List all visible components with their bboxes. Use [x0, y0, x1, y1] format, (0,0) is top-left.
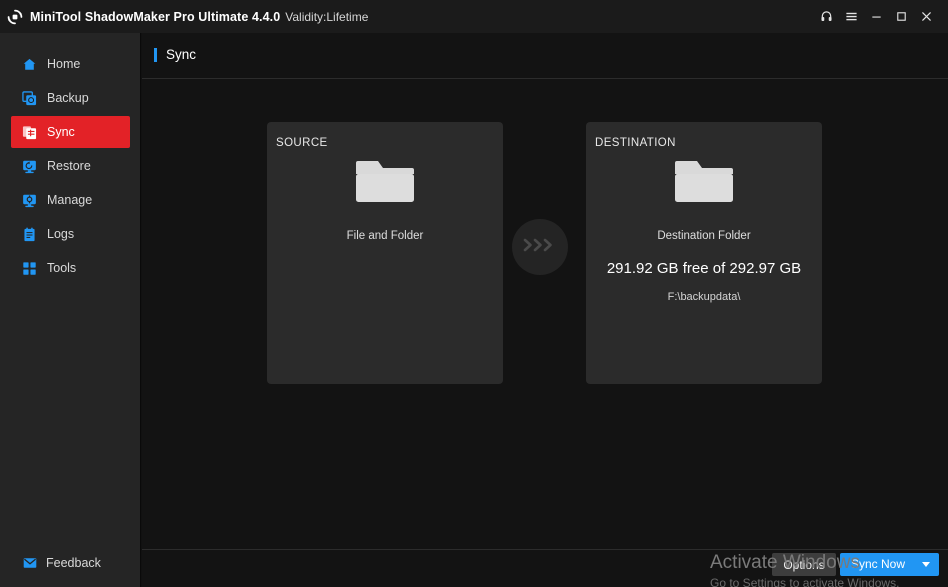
sidebar-item-label: Backup — [47, 91, 89, 105]
page-title: Sync — [166, 47, 197, 62]
sidebar-item-logs[interactable]: Logs — [11, 218, 130, 250]
destination-card-label: DESTINATION — [595, 137, 676, 149]
bottom-action-bar: Options Sync Now — [142, 549, 948, 587]
destination-capacity: 291.92 GB free of 292.97 GB — [606, 260, 802, 277]
menu-icon[interactable] — [839, 0, 864, 33]
sidebar-item-manage[interactable]: Manage — [11, 184, 130, 216]
destination-card-caption: Destination Folder — [657, 230, 751, 242]
sidebar-item-tools[interactable]: Tools — [11, 252, 130, 284]
sidebar-item-backup[interactable]: Backup — [11, 82, 130, 114]
license-validity: Validity:Lifetime — [285, 9, 369, 24]
sidebar-nav: Home Backup Sync Restore Manage Logs Too… — [0, 48, 141, 285]
folder-icon — [673, 155, 735, 212]
maximize-icon[interactable] — [889, 0, 914, 33]
app-logo-icon — [6, 8, 24, 26]
sidebar-item-label: Tools — [47, 261, 77, 275]
source-card-label: SOURCE — [276, 137, 328, 149]
logs-icon — [20, 225, 38, 243]
feedback-button[interactable]: Feedback — [22, 555, 101, 571]
title-bar: MiniTool ShadowMaker Pro Ultimate 4.4.0 … — [0, 0, 948, 33]
options-button[interactable]: Options — [772, 553, 836, 576]
restore-icon — [20, 157, 38, 175]
sync-panels: SOURCE File and Folder DESTINATION Desti… — [142, 79, 948, 549]
caret-down-icon[interactable] — [922, 562, 930, 567]
sidebar-item-home[interactable]: Home — [11, 48, 130, 80]
mail-icon — [22, 555, 38, 571]
destination-card[interactable]: DESTINATION Destination Folder 291.92 GB… — [586, 122, 822, 384]
page-header: Sync — [142, 33, 948, 79]
transfer-arrow — [512, 219, 568, 275]
sidebar-item-label: Logs — [47, 227, 75, 241]
title-accent-bar — [154, 47, 157, 62]
support-icon[interactable] — [814, 0, 839, 33]
destination-path: F:\backupdata\ — [667, 291, 741, 303]
source-card[interactable]: SOURCE File and Folder — [267, 122, 503, 384]
sidebar-item-label: Home — [47, 57, 81, 71]
chevrons-right-icon — [523, 237, 557, 258]
sidebar-item-label: Restore — [47, 159, 91, 173]
home-icon — [20, 55, 38, 73]
manage-icon — [20, 191, 38, 209]
tools-icon — [20, 259, 38, 277]
sync-icon — [20, 123, 38, 141]
minimize-icon[interactable] — [864, 0, 889, 33]
page-title-group: Sync — [154, 47, 196, 62]
sidebar: Home Backup Sync Restore Manage Logs Too… — [0, 33, 141, 587]
sync-now-button[interactable]: Sync Now — [840, 553, 939, 576]
feedback-label: Feedback — [46, 556, 101, 570]
sidebar-item-sync[interactable]: Sync — [11, 116, 130, 148]
source-card-caption: File and Folder — [346, 230, 424, 242]
sidebar-item-label: Manage — [47, 193, 93, 207]
window-controls — [814, 0, 948, 33]
folder-icon — [354, 155, 416, 212]
sidebar-item-restore[interactable]: Restore — [11, 150, 130, 182]
sync-now-label: Sync Now — [851, 557, 906, 571]
app-title: MiniTool ShadowMaker Pro Ultimate 4.4.0 — [30, 9, 281, 24]
app-window: MiniTool ShadowMaker Pro Ultimate 4.4.0 … — [0, 0, 948, 587]
backup-icon — [20, 89, 38, 107]
close-icon[interactable] — [914, 0, 939, 33]
main-content: Sync SOURCE File and Folder DESTINATION … — [142, 33, 948, 587]
sidebar-item-label: Sync — [47, 125, 75, 139]
